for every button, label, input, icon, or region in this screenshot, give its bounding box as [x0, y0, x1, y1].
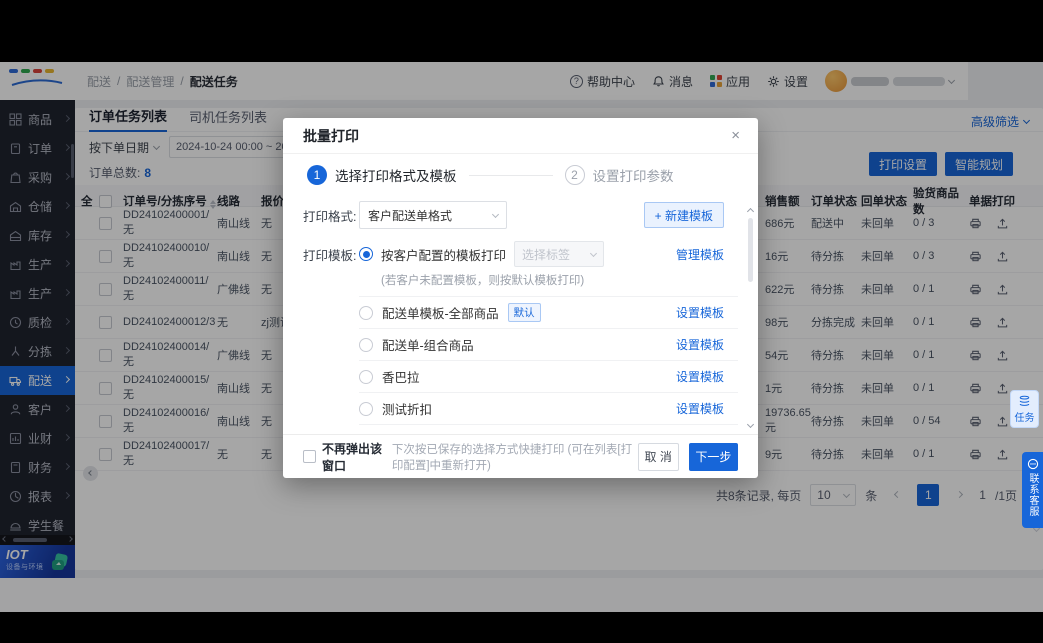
- cancel-button[interactable]: 取 消: [638, 443, 679, 471]
- print-format-row: 打印格式: 客户配送单格式 + 新建模板: [303, 201, 738, 229]
- template-radio[interactable]: [359, 402, 373, 416]
- modal-header: 批量打印: [283, 118, 758, 154]
- manage-templates-link[interactable]: 管理模板: [676, 246, 724, 263]
- tag-select-disabled: 选择标签: [514, 241, 604, 267]
- template-option[interactable]: 香巴拉 设置模板: [359, 361, 738, 393]
- contact-support-tab[interactable]: 联系客服: [1022, 452, 1043, 528]
- print-template-row: 打印模板: 按客户配置的模板打印 选择标签 管理模板: [303, 241, 738, 267]
- template-option[interactable]: 配送单模板-全部商品 默认 设置模板: [359, 297, 738, 329]
- template-list: 配送单模板-全部商品 默认 设置模板 配送单-组合商品 设置模板 香巴拉 设置模…: [359, 296, 738, 431]
- chevron-down-icon: [492, 210, 499, 217]
- template-name: 配送单模板-全部商品: [382, 303, 499, 322]
- contact-support-label: 联系客服: [1025, 473, 1040, 517]
- by-customer-radio-label: 按客户配置的模板打印: [381, 245, 506, 264]
- step-1-label: 选择打印格式及模板: [335, 165, 457, 185]
- dont-show-again-checkbox[interactable]: [303, 450, 316, 463]
- chat-icon: [1027, 458, 1039, 470]
- print-format-value: 客户配送单格式: [368, 207, 452, 224]
- print-format-select[interactable]: 客户配送单格式: [359, 201, 507, 229]
- set-template-link[interactable]: 设置模板: [676, 336, 724, 353]
- template-option[interactable]: 测试折扣 设置模板: [359, 393, 738, 425]
- set-template-link[interactable]: 设置模板: [676, 400, 724, 417]
- chevron-down-icon: [590, 249, 597, 256]
- template-radio[interactable]: [359, 306, 373, 320]
- default-badge: 默认: [508, 303, 541, 322]
- modal-title: 批量打印: [303, 126, 359, 146]
- stack-icon: [1018, 395, 1031, 407]
- batch-print-modal: 批量打印 1 选择打印格式及模板 2 设置打印参数 打印格式: 客户配送单格式 …: [283, 118, 758, 478]
- task-fab-label: 任务: [1015, 409, 1035, 424]
- template-radio[interactable]: [359, 338, 373, 352]
- by-customer-radio[interactable]: [359, 247, 373, 261]
- dont-show-again-label: 不再弹出该窗口: [322, 440, 383, 474]
- footer-note: 下次按已保存的选择方式快捷打印 (可在列表[打印配置]中重新打开): [392, 441, 638, 473]
- modal-footer: 不再弹出该窗口 下次按已保存的选择方式快捷打印 (可在列表[打印配置]中重新打开…: [283, 434, 758, 478]
- template-name: 配送单-组合商品: [382, 335, 474, 354]
- template-config-note: (若客户未配置模板，则按默认模板打印): [381, 272, 738, 288]
- modal-scrollbar[interactable]: [745, 211, 755, 427]
- tag-select-placeholder: 选择标签: [522, 246, 570, 263]
- template-name: 香巴拉: [382, 367, 420, 386]
- scroll-up-icon: [746, 208, 753, 215]
- print-template-label: 打印模板:: [303, 245, 359, 264]
- template-option[interactable]: 12 设置模板: [359, 425, 738, 431]
- step-1-circle: 1: [307, 165, 327, 185]
- modal-body: 打印格式: 客户配送单格式 + 新建模板 打印模板: 按客户配置的模板打印 选择…: [283, 191, 758, 431]
- set-template-link[interactable]: 设置模板: [676, 368, 724, 385]
- new-template-button[interactable]: + 新建模板: [644, 202, 724, 228]
- next-step-button[interactable]: 下一步: [689, 443, 738, 471]
- scroll-down-icon: [746, 421, 753, 428]
- print-format-label: 打印格式:: [303, 206, 359, 225]
- steps-indicator: 1 选择打印格式及模板 2 设置打印参数: [283, 154, 758, 191]
- step-2-circle: 2: [565, 165, 585, 185]
- step-2-label: 设置打印参数: [593, 165, 674, 185]
- template-option[interactable]: 配送单-组合商品 设置模板: [359, 329, 738, 361]
- template-radio[interactable]: [359, 370, 373, 384]
- template-name: 测试折扣: [382, 399, 432, 418]
- step-connector: [469, 175, 553, 176]
- modal-scrollbar-thumb[interactable]: [748, 218, 753, 282]
- set-template-link[interactable]: 设置模板: [676, 304, 724, 321]
- task-queue-fab[interactable]: 任务: [1010, 390, 1039, 428]
- close-icon[interactable]: [731, 128, 740, 143]
